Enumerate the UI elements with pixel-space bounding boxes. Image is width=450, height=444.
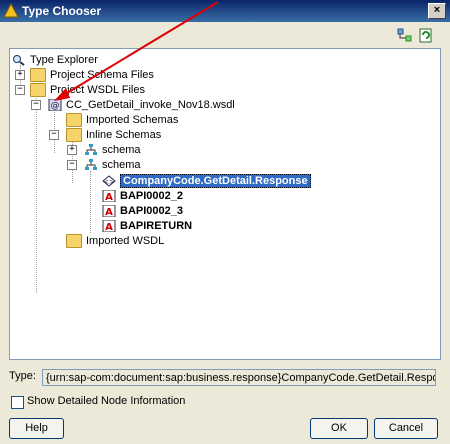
collapse-toggle[interactable]: − [31, 100, 41, 110]
folder-icon [66, 234, 82, 249]
type-label: Type: [9, 370, 36, 382]
open-folder-icon [30, 83, 46, 98]
tree-item-imported-schemas[interactable]: Imported Schemas [66, 112, 178, 128]
tree-item-companycode-response[interactable]: <> CompanyCode.GetDetail.Response [102, 173, 311, 189]
collapse-toggle[interactable]: − [67, 160, 77, 170]
tree-item-project-schema-files[interactable]: Project Schema Files [30, 67, 154, 83]
expand-toggle[interactable]: + [15, 70, 25, 80]
folder-icon [66, 113, 82, 128]
type-field[interactable]: {urn:sap-com:document:sap:business.respo… [42, 369, 436, 386]
expand-toggle[interactable]: + [67, 145, 77, 155]
magnifier-icon [13, 55, 25, 66]
collapse-toggle[interactable]: − [15, 85, 25, 95]
refresh-icon[interactable] [417, 27, 435, 44]
tree-item-bapi0002-3[interactable]: A BAPI0002_3 [102, 203, 183, 219]
type-tree[interactable]: Type Explorer + Project Schema Files − P… [9, 48, 441, 360]
tree-item-schema[interactable]: schema [84, 142, 141, 158]
tree-item-wsdl-file[interactable]: @ CC_GetDetail_invoke_Nov18.wsdl [48, 97, 235, 113]
title-bar: Type Chooser × [0, 0, 450, 22]
complex-type-icon: A [102, 190, 116, 203]
svg-text:A: A [105, 207, 113, 217]
svg-text:A: A [105, 222, 113, 232]
tree-root[interactable]: Type Explorer [12, 52, 98, 68]
collapse-toggle[interactable]: − [49, 130, 59, 140]
tree-item-inline-schemas[interactable]: Inline Schemas [66, 127, 161, 143]
cancel-button[interactable]: Cancel [374, 418, 438, 439]
tree-item-project-wsdl-files[interactable]: Project WSDL Files [30, 82, 145, 98]
show-detail-checkbox[interactable] [11, 396, 24, 409]
wsdl-file-icon: @ [48, 99, 62, 112]
folder-icon [30, 68, 46, 83]
tree-item-bapireturn[interactable]: A BAPIRETURN [102, 218, 192, 234]
tree-item-schema[interactable]: schema [84, 157, 141, 173]
svg-text:@: @ [51, 101, 60, 111]
complex-type-icon: A [102, 205, 116, 218]
svg-text:A: A [105, 192, 113, 202]
element-icon: <> [102, 175, 116, 187]
open-folder-icon [66, 128, 82, 143]
close-button[interactable]: × [428, 3, 446, 19]
ok-button[interactable]: OK [310, 418, 368, 439]
expand-tree-icon[interactable] [396, 27, 414, 44]
help-button[interactable]: Help [9, 418, 64, 439]
schema-icon [85, 159, 97, 171]
schema-icon [85, 144, 97, 156]
tree-item-imported-wsdl[interactable]: Imported WSDL [66, 233, 164, 249]
svg-text:<>: <> [103, 178, 115, 186]
complex-type-icon: A [102, 220, 116, 233]
show-detail-label[interactable]: Show Detailed Node Information [27, 395, 185, 407]
window-title: Type Chooser [22, 4, 102, 18]
app-icon [3, 3, 19, 18]
tree-item-bapi0002-2[interactable]: A BAPI0002_2 [102, 188, 183, 204]
